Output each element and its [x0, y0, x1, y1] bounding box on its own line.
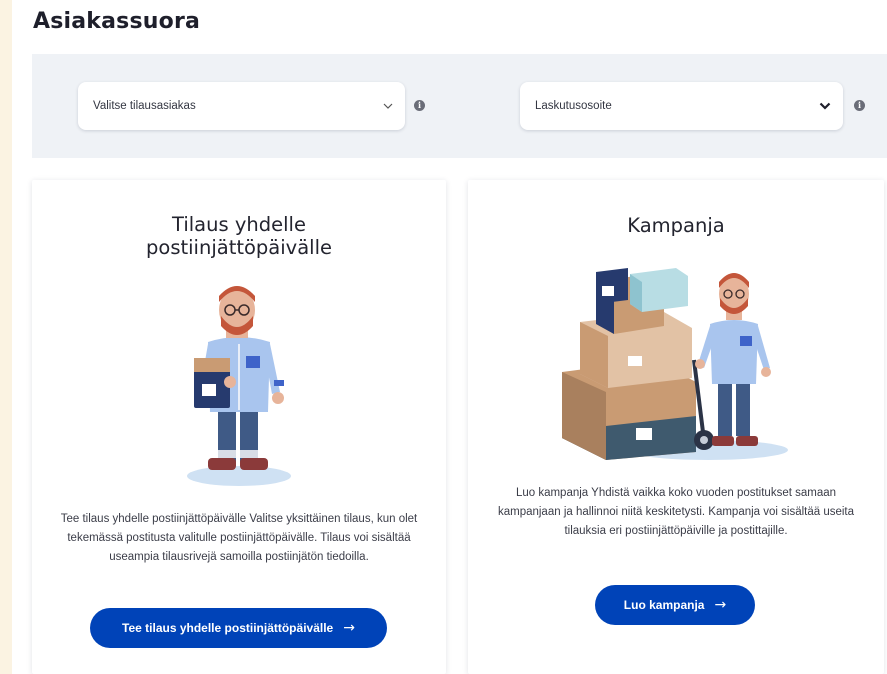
card-title: Kampanja: [627, 214, 725, 237]
create-campaign-button[interactable]: Luo kampanja →: [595, 585, 755, 625]
postman-with-hand-truck-illustration: [562, 268, 788, 460]
chevron-down-icon: [383, 103, 393, 109]
page-content: Asiakassuora Valitse tilausasiakas i Las…: [12, 0, 887, 674]
postman-with-package-illustration: [187, 286, 291, 486]
campaign-card: Kampanja Luo kampanja Yhdistä vaikka kok…: [468, 180, 884, 674]
filter-bar: Valitse tilausasiakas i Laskutusosoite i: [32, 54, 887, 158]
billing-select-value: Laskutusosoite: [535, 100, 612, 112]
page-title: Asiakassuora: [33, 9, 201, 34]
create-single-order-button[interactable]: Tee tilaus yhdelle postiinjättöpäivälle …: [90, 608, 387, 648]
customer-select[interactable]: Valitse tilausasiakas: [78, 82, 405, 130]
arrow-right-icon: →: [343, 620, 355, 636]
card-title: Tilaus yhdelle postiinjättöpäivälle: [146, 213, 332, 259]
card-description: Tee tilaus yhdelle postiinjättöpäivälle …: [60, 513, 418, 563]
info-icon[interactable]: i: [854, 100, 865, 111]
chevron-down-icon: [819, 102, 831, 110]
card-description: Luo kampanja Yhdistä vaikka koko vuoden …: [497, 487, 855, 537]
single-order-card: Tilaus yhdelle postiinjättöpäivälle Tee …: [32, 180, 446, 674]
customer-select-value: Valitse tilausasiakas: [93, 100, 196, 112]
info-icon[interactable]: i: [414, 100, 425, 111]
billing-address-select[interactable]: Laskutusosoite: [520, 82, 843, 130]
button-label: Luo kampanja: [623, 598, 705, 612]
button-label: Tee tilaus yhdelle postiinjättöpäivälle: [122, 621, 334, 635]
arrow-right-icon: →: [714, 597, 727, 613]
